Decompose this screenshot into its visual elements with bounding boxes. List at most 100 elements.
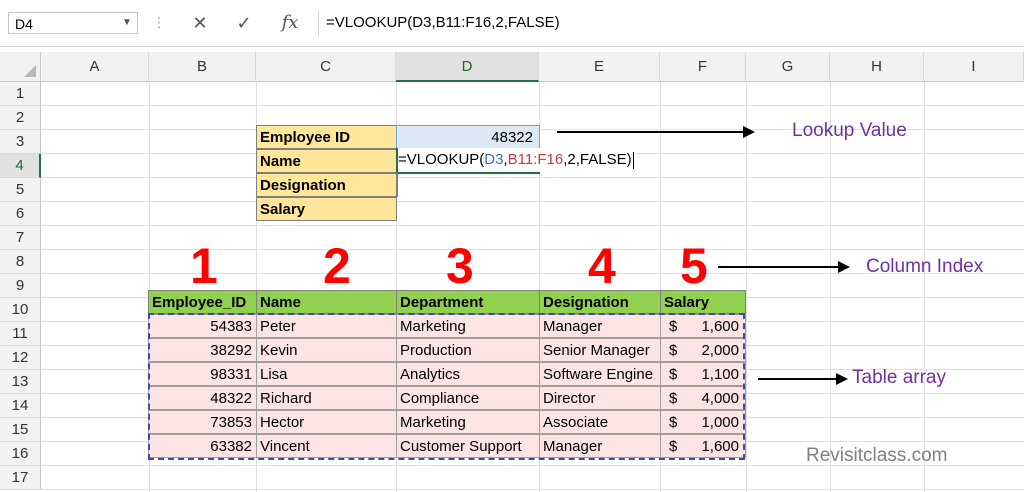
row-header-12[interactable]: 12 (0, 346, 41, 370)
table-cell-id[interactable]: 63382 (148, 434, 257, 458)
table-cell-id[interactable]: 73853 (148, 410, 257, 434)
row-header-15[interactable]: 15 (0, 418, 41, 442)
currency-symbol: $ (669, 366, 678, 383)
row-header-14[interactable]: 14 (0, 394, 41, 418)
formula-suffix: ,2,FALSE) (563, 151, 632, 168)
table-header-employee-id[interactable]: Employee_ID (148, 290, 257, 314)
column-header-c[interactable]: C (256, 52, 396, 82)
gridline (41, 225, 1024, 226)
salary-value: 2,000 (701, 342, 739, 359)
lookup-value-cell[interactable]: 48322 (396, 125, 540, 149)
column-header-h[interactable]: H (830, 52, 924, 82)
formula-input[interactable]: =VLOOKUP(D3,B11:F16,2,FALSE) (326, 12, 1016, 34)
table-cell-department[interactable]: Production (396, 338, 540, 362)
row-header-1[interactable]: 1 (0, 82, 41, 106)
salary-value: 1,600 (701, 438, 739, 455)
column-header-d[interactable]: D (396, 52, 539, 82)
formula-prefix: =VLOOKUP( (398, 151, 485, 168)
label-name[interactable]: Name (256, 149, 397, 173)
divider (396, 173, 398, 197)
gridline (830, 82, 831, 492)
row-header-10[interactable]: 10 (0, 298, 41, 322)
salary-value: 1,600 (701, 318, 739, 335)
table-cell-department[interactable]: Marketing (396, 314, 540, 338)
gridline (924, 82, 925, 492)
column-header-a[interactable]: A (41, 52, 149, 82)
table-cell-department[interactable]: Marketing (396, 410, 540, 434)
label-designation[interactable]: Designation (256, 173, 397, 197)
label-salary[interactable]: Salary (256, 197, 397, 221)
table-cell-id[interactable]: 54383 (148, 314, 257, 338)
column-header-f[interactable]: F (660, 52, 746, 82)
table-cell-salary[interactable]: $2,000 (660, 338, 746, 362)
column-number-3: 3 (446, 238, 474, 294)
row-header-16[interactable]: 16 (0, 442, 41, 466)
enter-button[interactable]: ✓ (230, 10, 258, 36)
table-cell-id[interactable]: 38292 (148, 338, 257, 362)
row-header-7[interactable]: 7 (0, 226, 41, 250)
table-header-name[interactable]: Name (256, 290, 397, 314)
gridline (41, 201, 1024, 202)
row-header-5[interactable]: 5 (0, 178, 41, 202)
column-header-e[interactable]: E (539, 52, 660, 82)
table-cell-designation[interactable]: Associate (539, 410, 661, 434)
table-cell-name[interactable]: Richard (256, 386, 397, 410)
column-header-g[interactable]: G (746, 52, 830, 82)
cell-formula-editor[interactable]: =VLOOKUP(D3,B11:F16,2,FALSE) (398, 148, 636, 172)
row-header-3[interactable]: 3 (0, 130, 41, 154)
row-header-6[interactable]: 6 (0, 202, 41, 226)
table-cell-name[interactable]: Lisa (256, 362, 397, 386)
annotation-column-index: Column Index (866, 256, 984, 277)
currency-symbol: $ (669, 318, 678, 335)
table-cell-salary[interactable]: $1,000 (660, 410, 746, 434)
column-number-1: 1 (190, 238, 218, 294)
row-header-2[interactable]: 2 (0, 106, 41, 130)
salary-value: 1,000 (701, 414, 739, 431)
table-cell-designation[interactable]: Manager (539, 434, 661, 458)
table-cell-id[interactable]: 48322 (148, 386, 257, 410)
salary-value: 1,100 (701, 366, 739, 383)
table-cell-department[interactable]: Customer Support (396, 434, 540, 458)
row-header-8[interactable]: 8 (0, 250, 41, 274)
cancel-button[interactable]: ✕ (186, 10, 214, 36)
table-cell-designation[interactable]: Manager (539, 314, 661, 338)
currency-symbol: $ (669, 438, 678, 455)
column-header-b[interactable]: B (149, 52, 256, 82)
select-all-button[interactable] (0, 52, 41, 82)
column-header-i[interactable]: I (924, 52, 1024, 82)
formula-ref-table: B11:F16 (507, 151, 564, 168)
table-cell-name[interactable]: Peter (256, 314, 397, 338)
table-cell-department[interactable]: Compliance (396, 386, 540, 410)
table-cell-name[interactable]: Hector (256, 410, 397, 434)
arrow-right-icon (718, 261, 850, 273)
table-cell-designation[interactable]: Senior Manager (539, 338, 661, 362)
table-cell-salary[interactable]: $1,600 (660, 314, 746, 338)
column-number-2: 2 (323, 238, 351, 294)
table-header-salary[interactable]: Salary (660, 290, 746, 314)
check-icon: ✓ (236, 13, 252, 33)
table-header-department[interactable]: Department (396, 290, 540, 314)
table-cell-department[interactable]: Analytics (396, 362, 540, 386)
row-header-4[interactable]: 4 (0, 154, 41, 178)
insert-function-button[interactable]: fx (276, 10, 304, 36)
gridline (41, 249, 1024, 250)
table-cell-name[interactable]: Kevin (256, 338, 397, 362)
row-header-17[interactable]: 17 (0, 466, 41, 490)
column-number-5: 5 (680, 238, 708, 294)
chevron-down-icon[interactable]: ▼ (118, 13, 136, 33)
table-cell-salary[interactable]: $1,100 (660, 362, 746, 386)
table-cell-salary[interactable]: $4,000 (660, 386, 746, 410)
gridline (746, 82, 747, 492)
row-header-9[interactable]: 9 (0, 274, 41, 298)
table-cell-id[interactable]: 98331 (148, 362, 257, 386)
table-cell-designation[interactable]: Software Engine (539, 362, 661, 386)
currency-symbol: $ (669, 414, 678, 431)
table-header-designation[interactable]: Designation (539, 290, 661, 314)
label-employee-id[interactable]: Employee ID (256, 125, 397, 149)
table-cell-salary[interactable]: $1,600 (660, 434, 746, 458)
table-cell-designation[interactable]: Director (539, 386, 661, 410)
salary-value: 4,000 (701, 390, 739, 407)
table-cell-name[interactable]: Vincent (256, 434, 397, 458)
row-header-11[interactable]: 11 (0, 322, 41, 346)
row-header-13[interactable]: 13 (0, 370, 41, 394)
